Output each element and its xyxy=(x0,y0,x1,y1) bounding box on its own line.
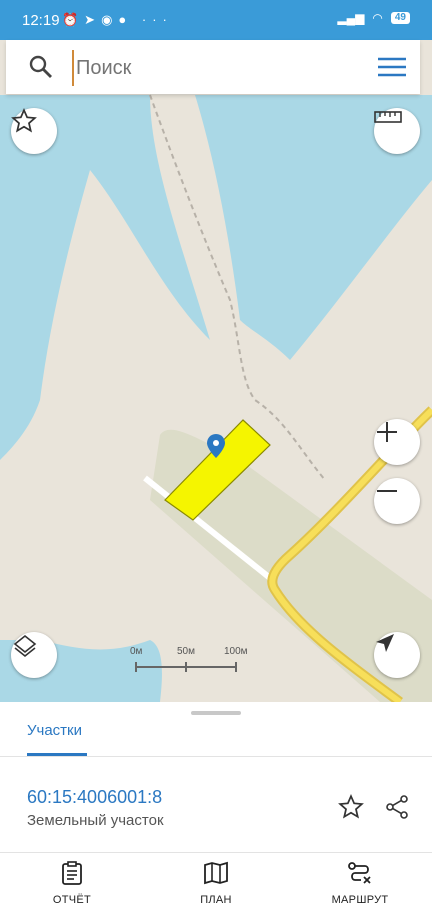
parcel-type: Земельный участок xyxy=(27,812,164,829)
bottom-navigation: ОТЧЁТ ПЛАН МАРШРУТ xyxy=(0,852,432,911)
clipboard-icon xyxy=(62,861,82,885)
layers-button[interactable] xyxy=(11,632,57,678)
wifi-icon: ◠ xyxy=(372,11,383,25)
search-input[interactable] xyxy=(72,50,378,86)
map-view[interactable]: 0м 50м 100м xyxy=(0,40,432,702)
share-icon[interactable] xyxy=(384,794,410,820)
scale-label-50: 50м xyxy=(177,646,195,657)
map-canvas xyxy=(0,94,432,702)
scale-label-100: 100м xyxy=(224,646,248,657)
map-icon xyxy=(204,861,228,885)
ruler-icon xyxy=(374,111,402,123)
nav-route-label: МАРШРУТ xyxy=(331,894,389,906)
nav-route[interactable]: МАРШРУТ xyxy=(310,861,410,906)
zoom-out-button[interactable] xyxy=(374,478,420,524)
star-icon xyxy=(11,108,37,133)
favorite-star-icon[interactable] xyxy=(338,794,364,820)
sheet-drag-handle[interactable] xyxy=(191,711,241,715)
tab-parcels[interactable]: Участки xyxy=(27,722,82,739)
minus-icon xyxy=(377,490,397,492)
scale-label-0: 0м xyxy=(130,646,143,657)
status-bar: 12:19 ⏰➤◉● ··· ▂▄▆ ◠ 49 xyxy=(0,0,432,40)
favorites-button[interactable] xyxy=(11,108,57,154)
navigation-arrow-icon xyxy=(376,634,394,652)
search-bar xyxy=(6,40,420,94)
tab-divider xyxy=(0,756,432,757)
plus-icon xyxy=(377,422,397,442)
nav-plan[interactable]: ПЛАН xyxy=(166,861,266,906)
search-icon[interactable] xyxy=(28,54,54,80)
layers-icon xyxy=(13,634,37,658)
map-scale: 0м 50м 100м xyxy=(130,646,248,676)
scale-bar xyxy=(135,662,237,672)
route-icon xyxy=(348,862,371,884)
my-location-button[interactable] xyxy=(374,632,420,678)
zoom-in-button[interactable] xyxy=(374,419,420,465)
nav-plan-label: ПЛАН xyxy=(200,894,232,906)
notification-icons: ⏰➤◉● ··· xyxy=(62,12,173,27)
battery-indicator: 49 xyxy=(390,12,410,24)
nav-report-label: ОТЧЁТ xyxy=(52,894,92,906)
nav-report[interactable]: ОТЧЁТ xyxy=(22,861,122,906)
status-right-icons: ▂▄▆ ◠ 49 xyxy=(337,11,410,25)
menu-icon[interactable] xyxy=(378,57,406,77)
parcel-cadastral-number[interactable]: 60:15:4006001:8 xyxy=(27,787,162,808)
ruler-button[interactable] xyxy=(374,108,420,154)
signal-icon: ▂▄▆ xyxy=(337,11,365,25)
status-time: 12:19 xyxy=(22,12,60,29)
